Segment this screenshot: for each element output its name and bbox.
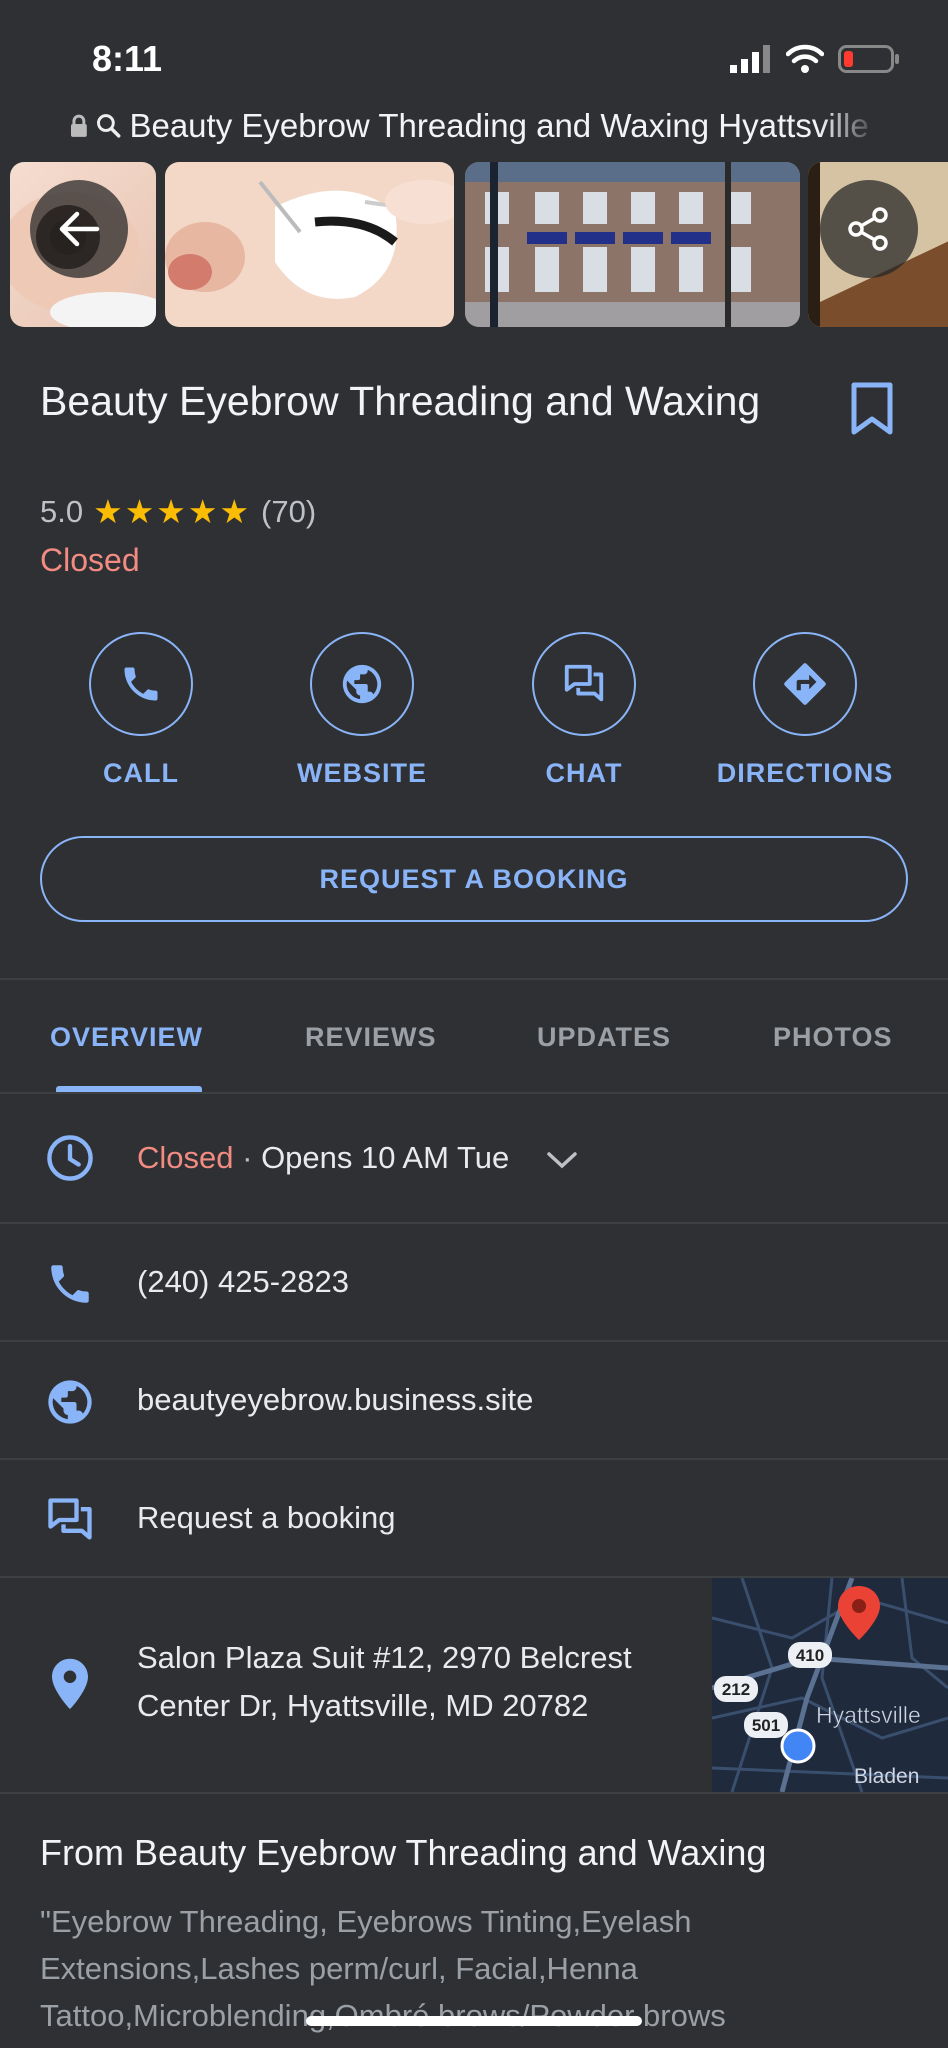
share-icon <box>848 207 888 251</box>
tab-updates[interactable]: UPDATES <box>537 1022 671 1053</box>
status-bar: 8:11 <box>0 0 948 105</box>
status-time: 8:11 <box>92 38 163 79</box>
call-label: CALL <box>103 758 179 788</box>
search-icon <box>96 114 121 138</box>
map-thumbnail[interactable]: 212 410 501 Hyattsville Bladen <box>712 1578 948 1792</box>
from-business-title: From Beauty Eyebrow Threading and Waxing <box>40 1832 767 1873</box>
open-status: Closed <box>40 542 140 578</box>
chat-label: CHAT <box>545 758 623 788</box>
directions-label: DIRECTIONS <box>716 758 894 788</box>
website-label: WEBSITE <box>296 758 427 788</box>
photo-lashes[interactable] <box>165 162 454 327</box>
url-text: Beauty Eyebrow Threading and Waxing Hyat… <box>129 107 869 144</box>
address-line-2: Center Dr, Hyattsville, MD 20782 <box>137 1688 589 1723</box>
tab-reviews[interactable]: REVIEWS <box>305 1022 437 1053</box>
hours-detail: Opens 10 AM Tue <box>261 1140 510 1175</box>
phone-icon <box>124 667 158 701</box>
address-line-1: Salon Plaza Suit #12, 2970 Belcrest <box>137 1640 632 1675</box>
save-button[interactable] <box>850 382 894 441</box>
hours-status: Closed <box>137 1140 234 1175</box>
globe-icon <box>342 664 382 704</box>
tab-photos[interactable]: PHOTOS <box>773 1022 893 1053</box>
phone-number: (240) 425-2823 <box>137 1264 349 1299</box>
website-url: beautyeyebrow.business.site <box>137 1382 534 1417</box>
hours-separator: · <box>233 1140 262 1175</box>
lock-icon <box>70 114 87 137</box>
location-pin-icon <box>42 1656 98 1712</box>
review-count: (70) <box>261 493 317 529</box>
back-button[interactable] <box>30 180 128 278</box>
star-rating: ★★★★★ <box>93 493 252 530</box>
chat-icon <box>42 1492 98 1548</box>
directions-icon <box>784 663 826 705</box>
rating-row[interactable]: 5.0 ★★★★★ (70) <box>40 492 316 531</box>
status-icons <box>730 44 900 74</box>
battery-icon <box>838 45 899 73</box>
clock-icon <box>42 1130 98 1186</box>
photo-building[interactable] <box>465 162 800 327</box>
divider <box>0 1792 948 1794</box>
home-indicator <box>306 2016 642 2026</box>
directions-button[interactable]: DIRECTIONS <box>710 632 900 789</box>
tab-overview[interactable]: OVERVIEW <box>50 1022 203 1053</box>
booking-text: Request a booking <box>137 1500 396 1535</box>
route-212-label: 212 <box>722 1680 750 1699</box>
city-label: Hyattsville <box>816 1702 921 1728</box>
request-booking-button[interactable]: REQUEST A BOOKING <box>40 836 908 922</box>
divider <box>0 978 948 980</box>
route-410-label: 410 <box>796 1646 824 1665</box>
chat-icon <box>564 664 604 702</box>
globe-icon <box>42 1374 98 1430</box>
city2-label: Bladen <box>854 1765 919 1788</box>
website-button[interactable]: WEBSITE <box>267 632 457 789</box>
my-location-dot <box>780 1728 816 1764</box>
website-row[interactable]: beautyeyebrow.business.site <box>0 1342 948 1458</box>
call-button[interactable]: CALL <box>46 632 236 789</box>
wifi-icon <box>786 44 824 73</box>
phone-icon <box>42 1256 98 1312</box>
chevron-down-icon[interactable] <box>546 1150 578 1170</box>
hours-row[interactable]: Closed · Opens 10 AM Tue <box>0 1094 948 1222</box>
route-501-label: 501 <box>752 1716 780 1735</box>
chat-button[interactable]: CHAT <box>489 632 679 789</box>
arrow-left-icon <box>59 211 100 247</box>
share-button[interactable] <box>820 180 918 278</box>
photo-strip[interactable] <box>0 162 948 327</box>
rating-value: 5.0 <box>40 493 84 529</box>
business-name: Beauty Eyebrow Threading and Waxing <box>40 378 761 424</box>
phone-row[interactable]: (240) 425-2823 <box>0 1224 948 1340</box>
booking-row[interactable]: Request a booking <box>0 1460 948 1576</box>
bookmark-icon <box>851 382 893 435</box>
url-bar[interactable]: Beauty Eyebrow Threading and Waxing Hyat… <box>70 104 880 148</box>
signal-icon <box>730 45 770 73</box>
